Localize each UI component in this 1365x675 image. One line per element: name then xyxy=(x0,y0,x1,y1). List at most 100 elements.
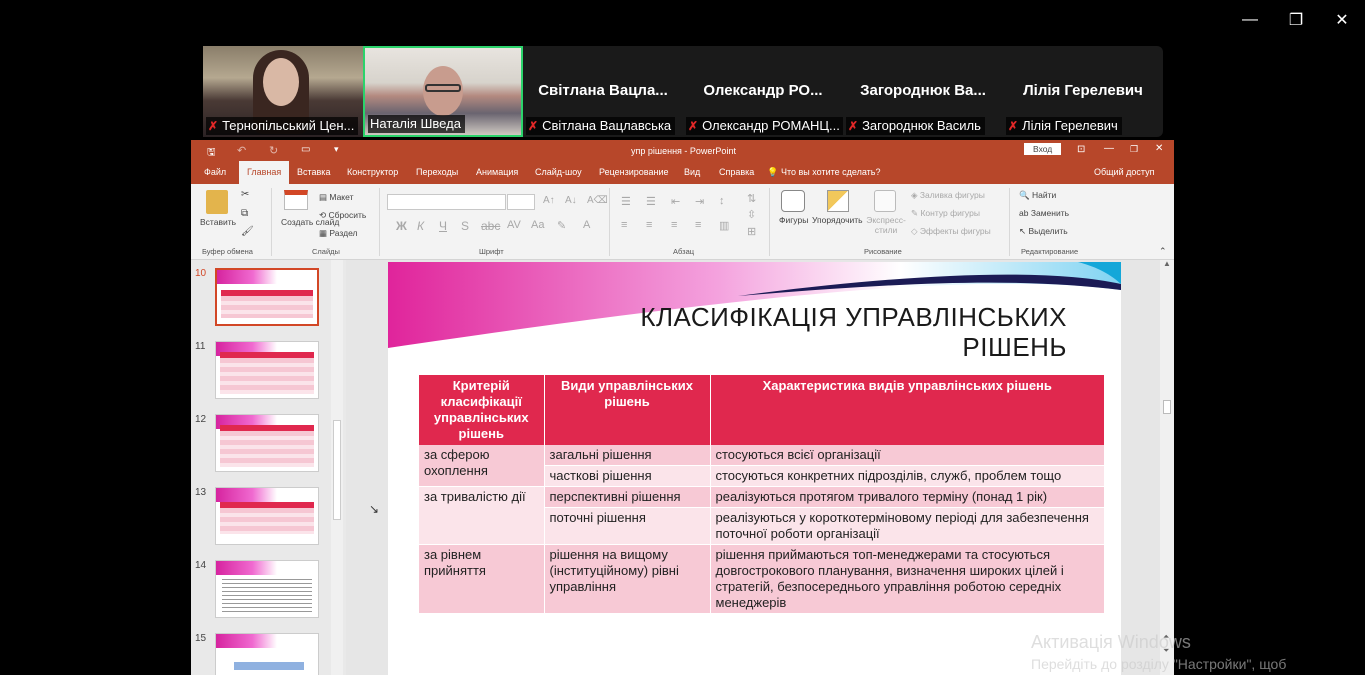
font-family-select[interactable] xyxy=(387,194,506,210)
smartart-icon[interactable]: ⊞ xyxy=(747,225,756,238)
slide-canvas: КЛАСИФІКАЦІЯ УПРАВЛІНСЬКИХ РІШЕНЬ Критер… xyxy=(346,259,1174,675)
find-button[interactable]: 🔍 Найти xyxy=(1019,190,1056,201)
minimize-icon[interactable]: — xyxy=(1104,143,1114,154)
slide-scrollbar[interactable]: ▲ ⏶ ⏷ xyxy=(1160,259,1174,675)
restore-icon[interactable]: ❐ xyxy=(1273,0,1319,40)
table-cell: за сферою охоплення xyxy=(419,445,545,487)
minimize-icon[interactable]: — xyxy=(1227,0,1273,40)
tab-view[interactable]: Вид xyxy=(684,161,700,184)
undo-icon[interactable]: ↶ xyxy=(237,144,246,157)
tab-home[interactable]: Главная xyxy=(239,161,290,184)
share-button[interactable]: Общий доступ xyxy=(1094,161,1154,184)
slide-thumbnail[interactable] xyxy=(215,487,319,545)
reset-button[interactable]: ⟲ Сбросить xyxy=(319,210,366,221)
clear-format-icon[interactable]: A⌫ xyxy=(587,195,608,206)
tab-animations[interactable]: Анимация xyxy=(476,161,518,184)
slide-thumbnail[interactable] xyxy=(215,414,319,472)
tab-insert[interactable]: Вставка xyxy=(297,161,330,184)
presentation-icon[interactable]: ▭ xyxy=(301,144,310,155)
scrollbar-thumb[interactable] xyxy=(333,420,341,520)
participant-tile-active-speaker[interactable]: Наталія Шведа xyxy=(363,46,523,137)
paste-icon[interactable] xyxy=(206,190,228,214)
shape-fill-button[interactable]: ◈ Заливка фигуры xyxy=(911,190,985,201)
group-label-slides: Слайды xyxy=(312,247,340,256)
restore-icon[interactable]: ❐ xyxy=(1130,144,1138,155)
participant-tile[interactable]: ✗ Тернопільський Цен... xyxy=(203,46,363,137)
layout-button[interactable]: ▤ Макет xyxy=(319,192,353,203)
close-icon[interactable]: ✕ xyxy=(1319,0,1365,40)
tab-file[interactable]: Файл xyxy=(204,161,226,184)
tab-help[interactable]: Справка xyxy=(719,161,754,184)
slide-thumbnail[interactable] xyxy=(215,560,319,618)
tab-transitions[interactable]: Переходы xyxy=(416,161,458,184)
cut-icon[interactable]: ✂ xyxy=(241,189,249,200)
text-direction-icon[interactable]: ⇅ xyxy=(747,192,756,205)
collapse-ribbon-icon[interactable]: ⌃ xyxy=(1159,246,1167,257)
decrease-indent-icon[interactable]: ⇤ xyxy=(671,195,680,208)
arrange-icon[interactable] xyxy=(827,190,849,212)
grow-font-icon[interactable]: A↑ xyxy=(543,195,555,206)
login-button[interactable]: Вход xyxy=(1024,143,1062,155)
participant-tile[interactable]: Загороднюк Ва... ✗ Загороднюк Василь xyxy=(843,46,1003,137)
justify-icon[interactable]: ≡ xyxy=(695,219,701,231)
tab-review[interactable]: Рецензирование xyxy=(599,161,669,184)
shapes-icon[interactable] xyxy=(781,190,805,212)
shrink-font-icon[interactable]: A↓ xyxy=(565,195,577,206)
quick-styles-button[interactable]: Экспресс-стили xyxy=(866,215,906,235)
replace-button[interactable]: ab Заменить xyxy=(1019,208,1069,218)
strikethrough-icon[interactable]: abc xyxy=(481,219,500,233)
save-icon[interactable]: 🖫 xyxy=(207,145,216,162)
thumbnails-scrollbar[interactable] xyxy=(331,260,343,675)
align-right-icon[interactable]: ≡ xyxy=(671,219,677,231)
tab-design[interactable]: Конструктор xyxy=(347,161,398,184)
redo-icon[interactable]: ↻ xyxy=(269,144,278,157)
new-slide-icon[interactable] xyxy=(284,190,308,210)
highlight-icon[interactable]: ✎ xyxy=(557,219,566,232)
slide-thumbnail[interactable] xyxy=(215,341,319,399)
align-left-icon[interactable]: ≡ xyxy=(621,219,627,231)
italic-icon[interactable]: К xyxy=(417,219,424,233)
font-size-select[interactable] xyxy=(507,194,535,210)
copy-icon[interactable]: ⧉ xyxy=(241,208,248,219)
bullets-icon[interactable]: ☰ xyxy=(621,195,631,208)
video-glasses xyxy=(425,84,461,92)
shadow-icon[interactable]: S xyxy=(461,219,469,233)
table-header-row: Критерій класифікації управлінських ріше… xyxy=(419,375,1105,445)
columns-icon[interactable]: ▥ xyxy=(719,219,729,232)
slide-thumbnail[interactable] xyxy=(215,633,319,675)
shape-effects-button[interactable]: ◇ Эффекты фигуры xyxy=(911,226,991,237)
scrollbar-thumb[interactable] xyxy=(1163,400,1171,414)
char-spacing-icon[interactable]: AV xyxy=(507,219,521,231)
close-icon[interactable]: ✕ xyxy=(1155,143,1163,154)
tell-me-search[interactable]: Что вы хотите сделать? xyxy=(781,161,881,184)
tab-slideshow[interactable]: Слайд-шоу xyxy=(535,161,582,184)
customize-toolbar-icon[interactable]: ▾ xyxy=(334,144,339,155)
align-text-icon[interactable]: ⇳ xyxy=(747,208,756,221)
quick-styles-icon[interactable] xyxy=(874,190,896,212)
slide[interactable]: КЛАСИФІКАЦІЯ УПРАВЛІНСЬКИХ РІШЕНЬ Критер… xyxy=(388,262,1121,675)
change-case-icon[interactable]: Aa xyxy=(531,219,544,231)
participant-tile[interactable]: Світлана Вацла... ✗ Світлана Вацлавська xyxy=(523,46,683,137)
increase-indent-icon[interactable]: ⇥ xyxy=(695,195,704,208)
paste-button[interactable]: Вставить xyxy=(200,217,236,227)
select-button[interactable]: ↖ Выделить xyxy=(1019,226,1068,237)
table-row: за рівнем прийняття рішення на вищому (і… xyxy=(419,544,1105,614)
participant-tile[interactable]: Лілія Герелевич ✗ Лілія Герелевич xyxy=(1003,46,1163,137)
slide-thumbnail[interactable] xyxy=(215,268,319,326)
shape-outline-button[interactable]: ✎ Контур фигуры xyxy=(911,208,980,219)
line-spacing-icon[interactable]: ↕ xyxy=(719,195,725,207)
scroll-up-icon[interactable]: ▲ xyxy=(1163,259,1171,268)
bold-icon[interactable]: Ж xyxy=(396,219,407,233)
participant-tile[interactable]: Олександр РО... ✗ Олександр РОМАНЦ... xyxy=(683,46,843,137)
arrange-button[interactable]: Упорядочить xyxy=(812,215,863,225)
window-controls: — ❐ ✕ xyxy=(1227,0,1365,40)
underline-icon[interactable]: Ч xyxy=(439,219,447,233)
numbering-icon[interactable]: ☰ xyxy=(646,195,656,208)
font-color-icon[interactable]: A xyxy=(583,219,590,231)
ribbon-display-icon[interactable]: ⊡ xyxy=(1077,144,1085,155)
section-button[interactable]: ▦ Раздел xyxy=(319,228,358,239)
align-center-icon[interactable]: ≡ xyxy=(646,219,652,231)
thumb-swoosh xyxy=(216,561,278,575)
format-painter-icon[interactable]: 🖌 xyxy=(241,226,254,237)
shapes-button[interactable]: Фигуры xyxy=(779,215,808,225)
